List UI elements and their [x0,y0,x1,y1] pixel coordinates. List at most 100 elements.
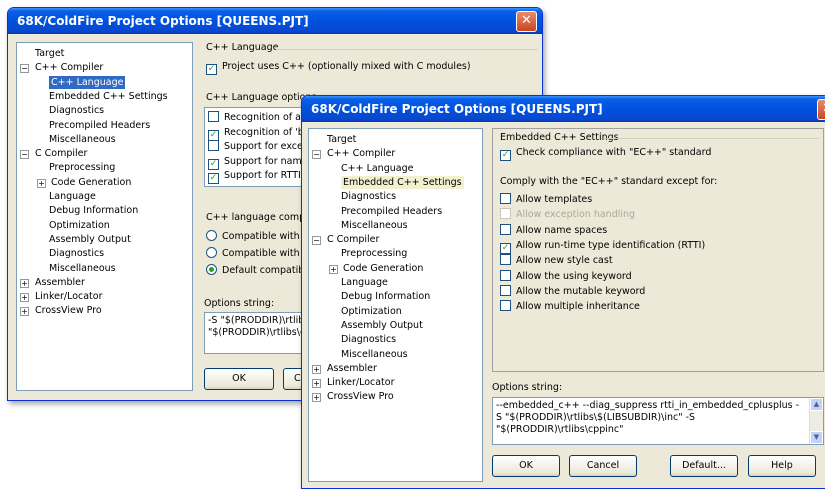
tree-item[interactable]: Linker/Locator [35,290,103,303]
scroll-up-icon[interactable]: ▲ [810,398,823,411]
tree-item[interactable]: C++ Compiler [327,147,395,160]
radio-button[interactable] [206,247,217,258]
tree-item[interactable]: CrossView Pro [327,390,394,403]
checkbox-box[interactable] [500,193,511,204]
cpp-option-label: Support for RTTI (r [224,170,312,181]
tree-item[interactable]: Assembler [327,362,377,375]
front-options-tree[interactable]: Target − C++ Compiler C++ Language Embedded … [308,128,483,482]
tree-item[interactable]: C++ Language [49,75,126,89]
tree-expander-icon[interactable]: + [312,393,321,403]
exception-label: Allow multiple inheritance [516,301,640,313]
checkbox-box[interactable]: ✓ [208,173,219,184]
front-close-icon[interactable]: ✕ [817,99,825,120]
exception-checkbox[interactable]: Allow new style cast [500,254,613,267]
tree-item[interactable]: Miscellaneous [49,262,116,275]
checkbox-box[interactable]: ✓ [206,64,217,75]
tree-item[interactable]: Diagnostics [341,190,396,203]
radio-button[interactable] [206,230,217,241]
front-cancel-button[interactable]: Cancel [569,455,637,477]
tree-item[interactable]: Embedded C++ Settings [49,90,168,103]
tree-expander-icon[interactable]: − [20,150,29,160]
checkbox-box[interactable] [500,284,511,296]
cpp-option-checkbox[interactable]: ✓ Recognition of 'boo [208,126,315,141]
back-options-tree[interactable]: Target − C++ Compiler C++ Language Embedded … [16,42,193,391]
tree-item[interactable]: Assembly Output [49,233,131,246]
checkbox-box[interactable]: ✓ [208,129,219,141]
tree-item[interactable]: Debug Information [341,290,430,303]
checkbox-box[interactable] [500,269,511,281]
tree-item[interactable]: Optimization [341,305,402,318]
checkbox-box[interactable]: ✓ [500,242,511,254]
checkbox-box[interactable]: ✓ [500,150,511,161]
cpp-option-checkbox[interactable]: Recognition of alte [208,111,313,124]
tree-item[interactable]: Language [341,276,388,289]
cpp-option-checkbox[interactable]: ✓ Support for RTTI (r [208,169,312,184]
tree-item[interactable]: Diagnostics [49,247,104,260]
exception-checkbox[interactable]: ✓ Allow run-time type identification (RTT… [500,239,705,254]
tree-item[interactable]: C++ Compiler [35,61,103,74]
tree-expander-icon[interactable]: + [20,278,29,288]
front-ok-button[interactable]: OK [492,455,560,477]
tree-item[interactable]: Target [35,47,64,60]
front-dialog-titlebar[interactable]: 68K/ColdFire Project Options [QUEENS.PJT… [302,96,825,122]
tree-expander-icon[interactable]: − [312,150,321,160]
checkbox-box[interactable] [500,300,511,312]
tree-expander-icon[interactable]: + [20,307,29,317]
tree-item[interactable]: Precompiled Headers [49,119,150,132]
tree-item[interactable]: Precompiled Headers [341,205,442,218]
exception-checkbox[interactable]: Allow templates [500,193,592,206]
back-dialog-titlebar[interactable]: 68K/ColdFire Project Options [QUEENS.PJT… [8,8,542,34]
exception-checkbox[interactable]: Allow the using keyword [500,269,632,283]
tree-item[interactable]: Assembler [35,276,85,289]
tree-expander-icon[interactable]: + [312,379,321,389]
front-options-string-field[interactable]: --embedded_c++ --diag_suppress rtti_in_e… [492,397,824,445]
exception-checkbox[interactable]: Allow the mutable keyword [500,284,645,298]
tree-item[interactable]: Debug Information [49,204,138,217]
check-compliance-checkbox[interactable]: ✓ Check compliance with "EC++" standard [500,146,711,161]
tree-item[interactable]: C Compiler [35,147,87,160]
tree-item[interactable]: Diagnostics [49,104,104,117]
tree-item[interactable]: C++ Language [341,162,413,175]
tree-expander-icon[interactable]: − [312,236,321,246]
tree-item[interactable]: Target [327,133,356,146]
back-ok-button[interactable]: OK [204,368,274,390]
tree-expander-icon[interactable]: + [329,264,338,274]
tree-expander-icon[interactable]: + [20,293,29,303]
tree-item[interactable]: Miscellaneous [49,133,116,146]
tree-item[interactable]: Language [49,190,96,203]
tree-item[interactable]: Linker/Locator [327,376,395,389]
front-default-button[interactable]: Default... [670,455,738,477]
tree-item[interactable]: Preprocessing [341,247,407,260]
back-close-icon[interactable]: ✕ [516,11,537,32]
checkbox-box[interactable]: ✓ [208,158,219,170]
checkbox-box[interactable] [208,140,219,151]
compat-radio[interactable]: Compatible with cfr [206,230,315,243]
compat-radio[interactable]: Compatible with cfr [206,247,315,260]
options-string-scrollbar[interactable]: ▲ ▼ [809,398,823,444]
exception-checkbox[interactable]: Allow multiple inheritance [500,300,640,313]
tree-item[interactable]: Code Generation [51,176,131,189]
tree-item[interactable]: Optimization [49,219,110,232]
checkbox-box[interactable] [208,111,219,122]
tree-item[interactable]: CrossView Pro [35,304,102,317]
tree-expander-icon[interactable]: + [312,364,321,374]
exception-checkbox[interactable]: Allow name spaces [500,223,607,237]
tree-item[interactable]: Assembly Output [341,319,423,332]
front-help-button[interactable]: Help [748,455,816,477]
tree-item[interactable]: Preprocessing [49,161,115,174]
compat-radio[interactable]: Default compatibilit [206,264,316,277]
radio-button[interactable] [206,264,217,275]
tree-expander-icon[interactable]: + [37,178,46,188]
tree-item[interactable]: C Compiler [327,233,379,246]
tree-item[interactable]: Miscellaneous [341,348,408,361]
scroll-down-icon[interactable]: ▼ [810,431,823,444]
tree-item[interactable]: Diagnostics [341,333,396,346]
tree-item[interactable]: Embedded C++ Settings [341,175,464,189]
checkbox-box[interactable] [500,223,511,235]
tree-item[interactable]: Miscellaneous [341,219,408,232]
cpp-option-checkbox[interactable]: Support for excepti [208,140,315,153]
tree-item[interactable]: Code Generation [343,262,423,275]
tree-expander-icon[interactable]: − [20,64,29,74]
uses-cpp-checkbox[interactable]: ✓ Project uses C++ (optionally mixed with… [206,60,471,75]
checkbox-box[interactable] [500,254,511,266]
